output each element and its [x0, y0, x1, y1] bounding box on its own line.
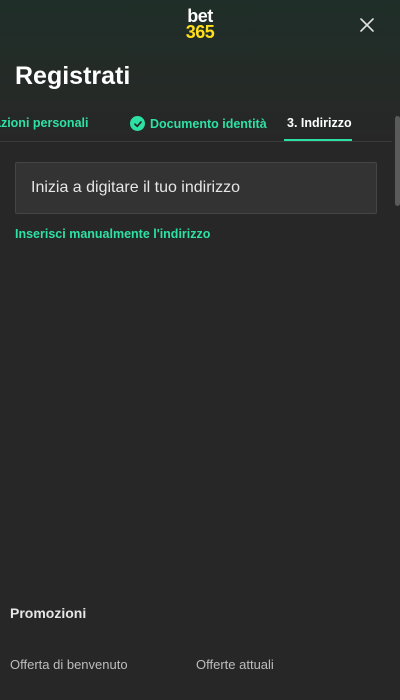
scrollbar[interactable] — [395, 116, 400, 206]
step-personal-info[interactable]: azioni personali — [0, 116, 88, 130]
step-identity-document[interactable]: Documento identità — [130, 116, 267, 131]
manual-address-link[interactable]: Inserisci manualmente l'indirizzo — [15, 227, 210, 241]
check-icon — [130, 116, 145, 131]
registration-page: bet 365 Registrati azioni personali Docu… — [0, 0, 400, 700]
step-label: Documento identità — [150, 116, 267, 131]
active-step-indicator — [284, 139, 352, 141]
promotions-heading: Promozioni — [10, 605, 87, 621]
step-label: azioni personali — [0, 116, 89, 130]
step-label: 3. Indirizzo — [287, 116, 352, 130]
close-icon — [360, 18, 374, 32]
current-offers-link[interactable]: Offerte attuali — [196, 657, 274, 672]
address-search-input[interactable] — [15, 162, 377, 214]
page-title: Registrati — [15, 62, 131, 90]
registration-steps: azioni personali Documento identità 3. I… — [0, 106, 392, 142]
close-button[interactable] — [356, 14, 378, 36]
step-address[interactable]: 3. Indirizzo — [287, 116, 352, 130]
bet365-logo: bet 365 — [185, 7, 215, 42]
welcome-offer-link[interactable]: Offerta di benvenuto — [10, 657, 128, 672]
logo-text-bottom: 365 — [185, 22, 215, 42]
